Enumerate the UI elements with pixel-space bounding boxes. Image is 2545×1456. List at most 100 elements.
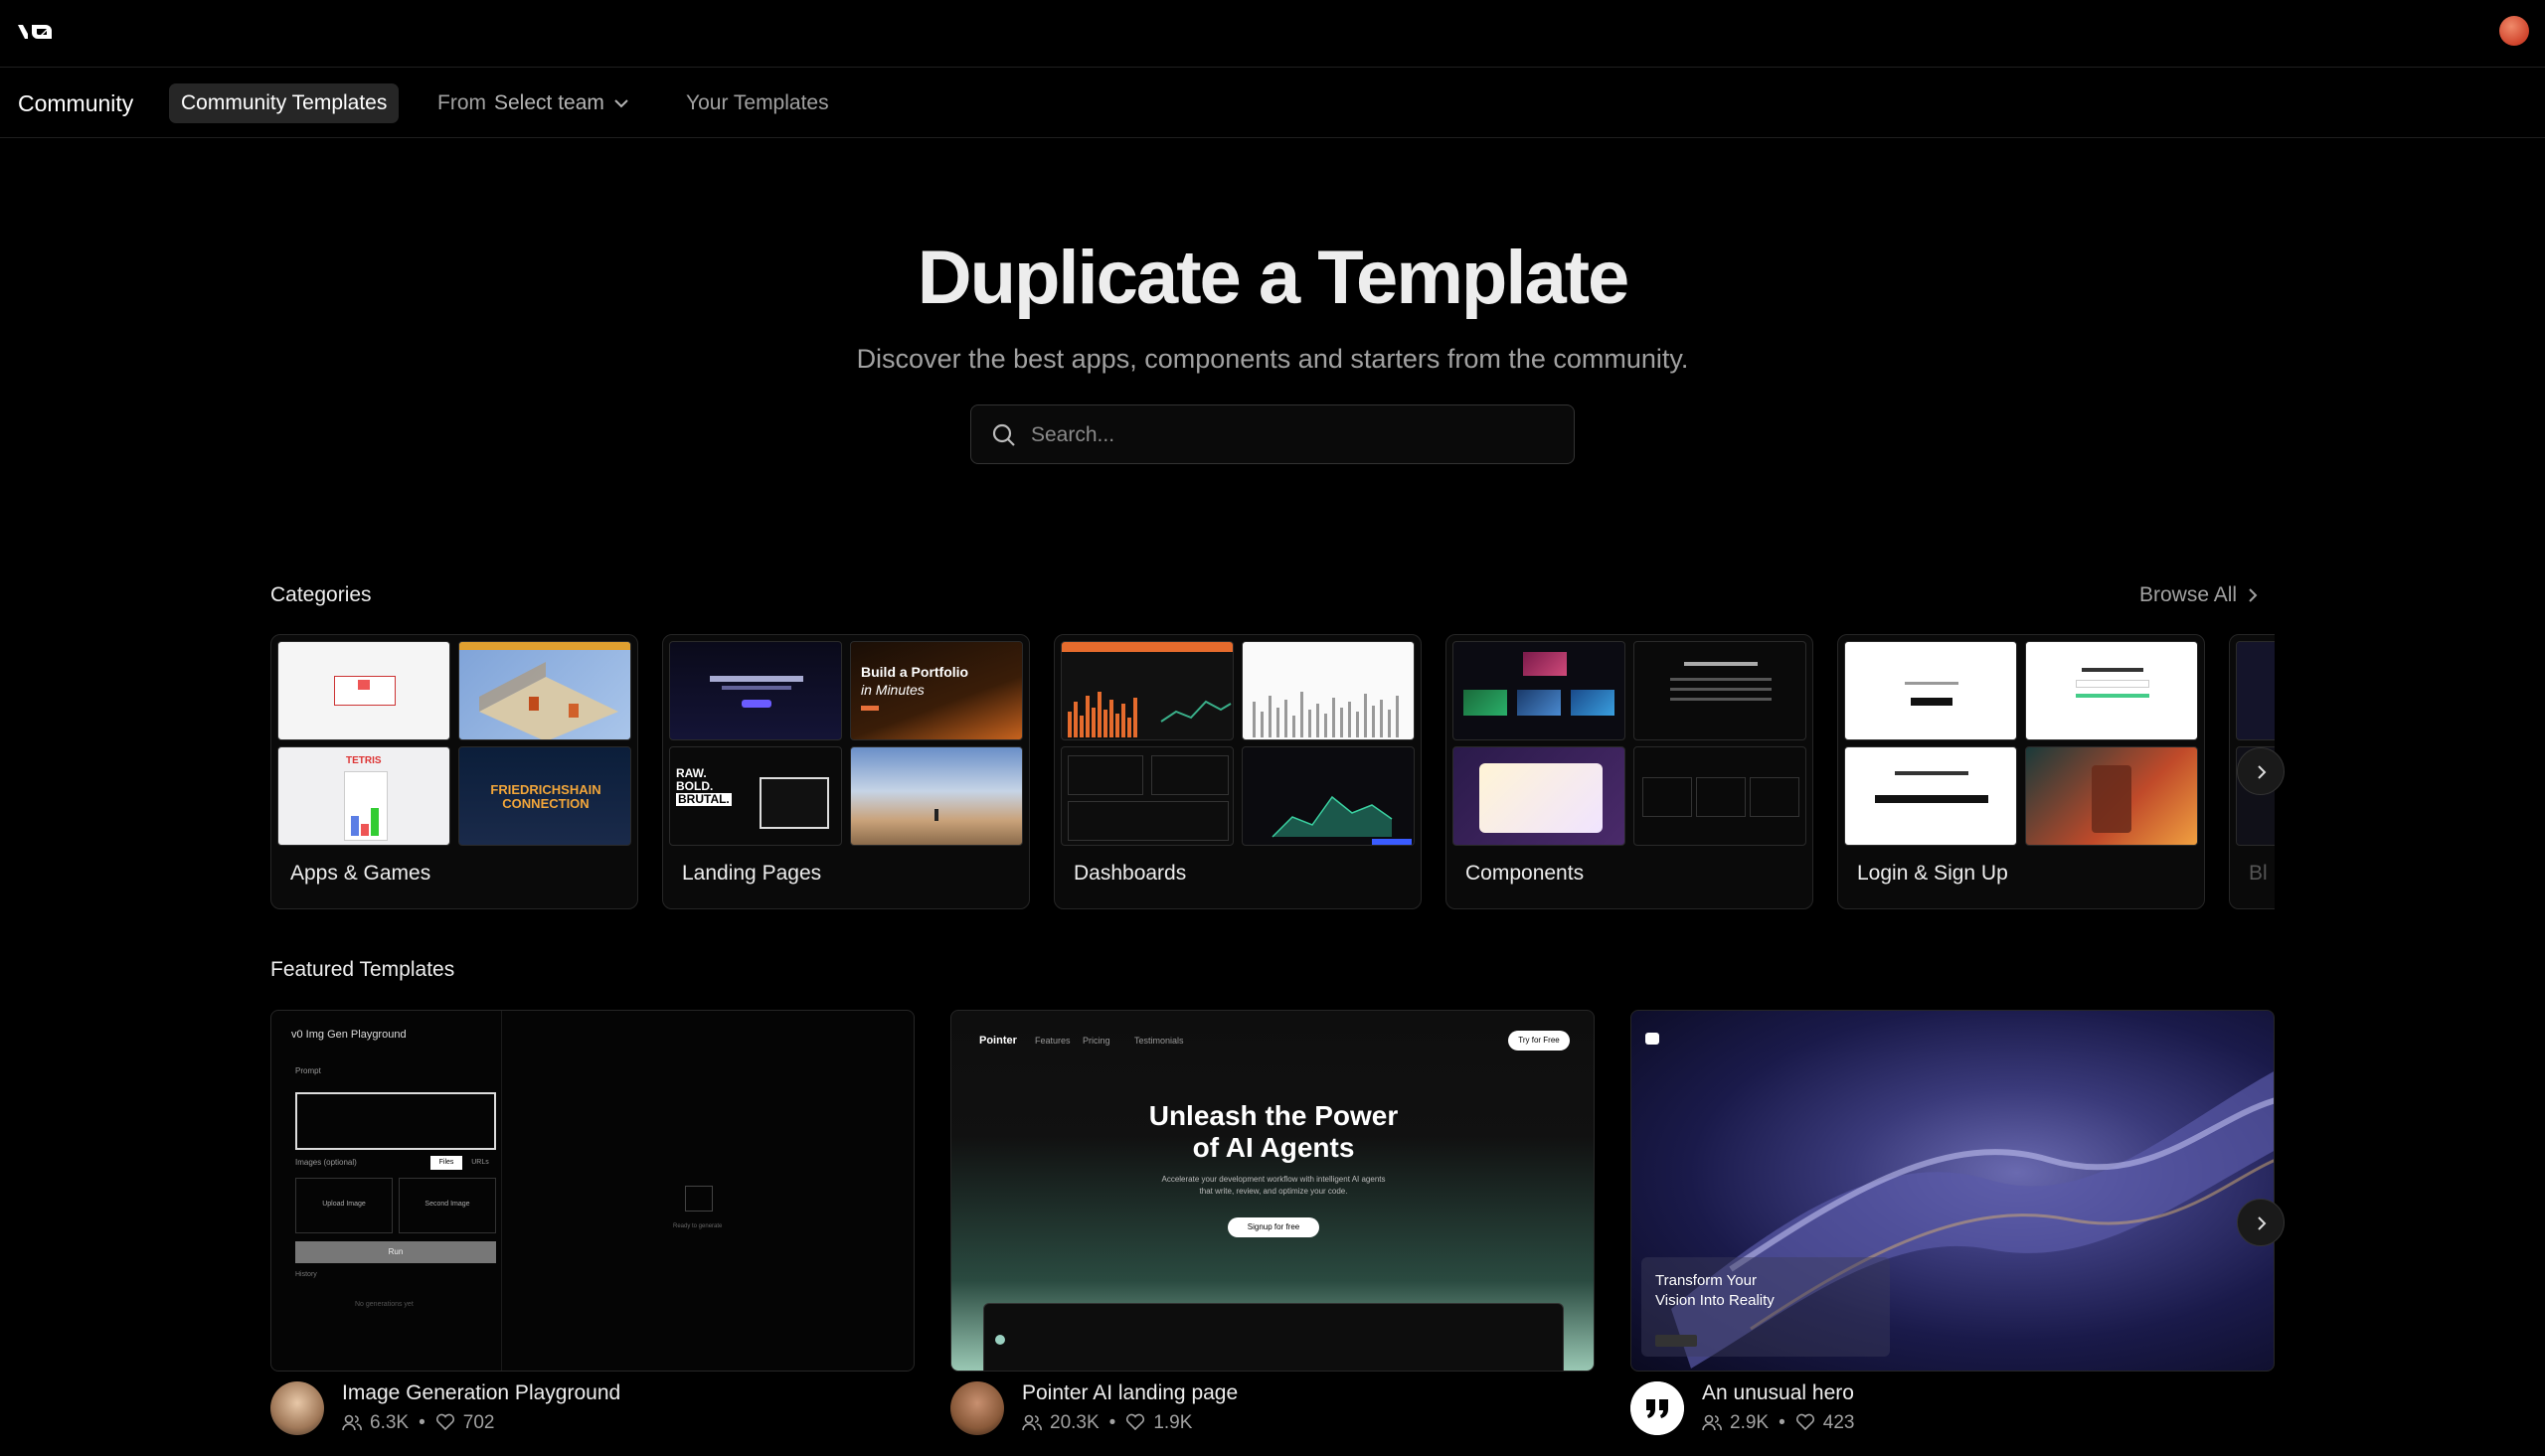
author-avatar[interactable] — [1630, 1381, 1684, 1435]
category-preview-grid — [2236, 641, 2275, 848]
friedrichshain-text: FRIEDRICHSHAIN CONNECTION — [490, 782, 601, 811]
chevron-right-icon — [2258, 1216, 2267, 1230]
category-thumb — [1061, 641, 1234, 740]
category-thumb — [1452, 641, 1625, 740]
category-card-components[interactable]: Components — [1445, 634, 1813, 909]
chevron-right-icon — [2249, 588, 2258, 603]
preview-history: History — [295, 1271, 317, 1278]
category-preview-grid — [1452, 641, 1806, 848]
preview-signup: Signup for free — [1228, 1217, 1319, 1237]
category-card-landing-pages[interactable]: Build a Portfolio in Minutes RAW. BOLD. … — [662, 634, 1030, 909]
template-name[interactable]: Image Generation Playground — [342, 1381, 620, 1405]
preview-headline-2: of AI Agents — [1192, 1132, 1355, 1163]
category-thumb — [2025, 641, 2198, 740]
category-label: Dashboards — [1074, 862, 1187, 885]
category-preview-grid — [1061, 641, 1415, 848]
community-title[interactable]: Community — [18, 90, 133, 117]
categories-title: Categories — [270, 583, 372, 606]
user-avatar[interactable] — [2499, 16, 2529, 46]
search-box[interactable] — [970, 404, 1575, 464]
preview-run: Run — [295, 1241, 496, 1263]
category-thumb — [1844, 746, 2017, 846]
sub-nav: Community Community Templates From Select… — [0, 69, 2545, 138]
preview-nav-features: Features — [1035, 1036, 1071, 1046]
heart-icon — [1126, 1413, 1145, 1431]
preview-upload: Upload Image — [295, 1178, 393, 1233]
heart-icon — [435, 1413, 454, 1431]
preview-no-gens: No generations yet — [355, 1301, 414, 1308]
page-title: Duplicate a Template — [917, 236, 1630, 320]
template-preview: v0 Img Gen Playground Prompt Images (opt… — [270, 1010, 915, 1372]
preview-images-label: Images (optional) — [295, 1158, 357, 1167]
preview-title: v0 Img Gen Playground — [291, 1029, 407, 1041]
category-label: Components — [1465, 862, 1585, 885]
users-icon — [1022, 1414, 1042, 1431]
template-preview: Pointer Features Pricing Testimonials Tr… — [950, 1010, 1595, 1372]
likes-count: 1.9K — [1153, 1412, 1193, 1433]
preview-nav-testimonials: Testimonials — [1134, 1036, 1184, 1046]
browse-all-label: Browse All — [2139, 583, 2238, 606]
preview-cta: Try for Free — [1508, 1031, 1570, 1051]
featured-title: Featured Templates — [270, 958, 455, 981]
users-count: 6.3K — [370, 1412, 410, 1433]
categories-next-button[interactable] — [2237, 747, 2285, 795]
preview-body: Accelerate your development workflow wit… — [1161, 1175, 1386, 1196]
preview-urls: URLs — [471, 1159, 489, 1166]
template-name[interactable]: An unusual hero — [1702, 1381, 1854, 1405]
heart-icon — [1795, 1413, 1814, 1431]
from-label: From — [437, 91, 486, 114]
category-preview-grid: TETRIS FRIEDRICHSHAIN CONNECTION — [277, 641, 631, 848]
category-label: Apps & Games — [290, 862, 431, 885]
brutal-text: BRUTAL. — [676, 792, 732, 806]
users-icon — [1702, 1414, 1722, 1431]
preview-prompt: Prompt — [295, 1066, 321, 1075]
category-card-apps-games[interactable]: TETRIS FRIEDRICHSHAIN CONNECTION Apps & … — [270, 634, 638, 909]
team-select-value: Select team — [494, 91, 604, 114]
team-select-dropdown[interactable]: From Select team — [425, 83, 642, 123]
chevron-down-icon — [614, 99, 628, 108]
template-preview: Transform Your Vision Into Reality — [1630, 1010, 2275, 1372]
preview-ready: Ready to generate — [673, 1223, 723, 1229]
quote-logo-icon — [1630, 1381, 1684, 1435]
category-label: Bl — [2249, 862, 2268, 885]
category-label: Landing Pages — [682, 862, 822, 885]
category-thumb — [850, 746, 1023, 846]
search-icon — [992, 423, 1015, 446]
users-count: 2.9K — [1730, 1412, 1770, 1433]
preview-hero-line1: Transform Your — [1655, 1272, 1757, 1289]
search-input[interactable] — [1031, 415, 1548, 455]
author-avatar[interactable] — [950, 1381, 1004, 1435]
category-thumb — [669, 641, 842, 740]
browse-all-link[interactable]: Browse All — [2139, 583, 2259, 607]
category-thumb — [1844, 641, 2017, 740]
template-stats: 2.9K • 423 — [1702, 1412, 1854, 1434]
category-card-dashboards[interactable]: Dashboards — [1054, 634, 1422, 909]
author-avatar[interactable] — [270, 1381, 324, 1435]
category-thumb — [1452, 746, 1625, 846]
category-thumb — [1242, 641, 1415, 740]
users-count: 20.3K — [1050, 1412, 1100, 1433]
category-thumb: Build a Portfolio in Minutes — [850, 641, 1023, 740]
category-thumb: FRIEDRICHSHAIN CONNECTION — [458, 746, 631, 846]
top-bar — [0, 0, 2545, 68]
chevron-right-icon — [2258, 765, 2267, 779]
category-thumb — [2025, 746, 2198, 846]
users-icon — [342, 1414, 362, 1431]
template-stats: 20.3K • 1.9K — [1022, 1412, 1192, 1434]
category-preview-grid — [1844, 641, 2198, 848]
template-name[interactable]: Pointer AI landing page — [1022, 1381, 1238, 1405]
category-thumb — [2236, 641, 2275, 740]
v0-logo[interactable] — [16, 20, 60, 44]
preview-files: Files — [430, 1156, 462, 1170]
preview-headline-1: Unleash the Power — [1148, 1100, 1399, 1131]
category-card-login-signup[interactable]: Login & Sign Up — [1837, 634, 2205, 909]
preview-second: Second Image — [399, 1178, 496, 1233]
tab-your-templates[interactable]: Your Templates — [674, 83, 841, 123]
likes-count: 702 — [462, 1412, 495, 1433]
category-thumb — [1633, 641, 1806, 740]
tab-community-templates[interactable]: Community Templates — [169, 83, 400, 123]
template-stats: 6.3K • 702 — [342, 1412, 494, 1434]
featured-next-button[interactable] — [2237, 1199, 2285, 1246]
category-thumb — [458, 641, 631, 740]
category-thumb — [277, 641, 450, 740]
